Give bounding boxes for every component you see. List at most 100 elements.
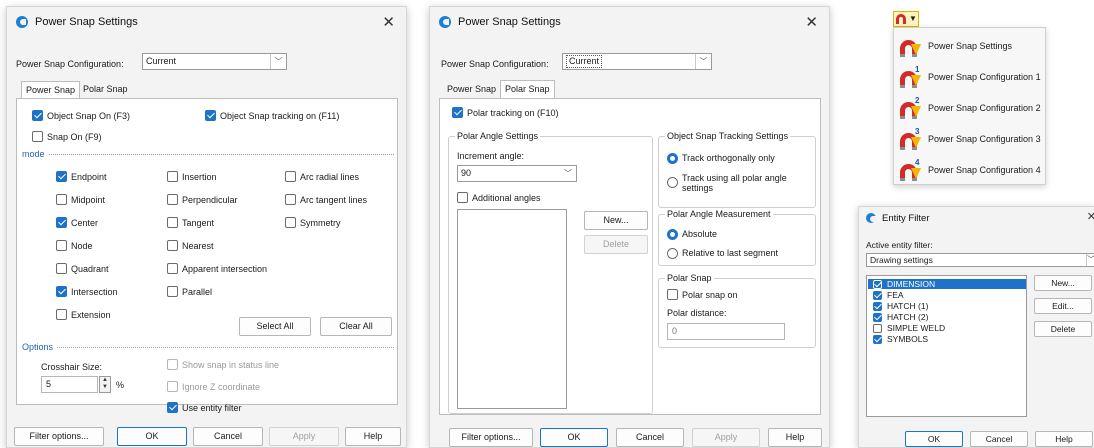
- arc-tangent-lines-label: Arc tangent lines: [300, 194, 368, 205]
- entity-item-fea[interactable]: FEA: [873, 290, 904, 300]
- help-button[interactable]: Help: [768, 428, 822, 447]
- cancel-button[interactable]: Cancel: [616, 428, 684, 447]
- delete-filter-button[interactable]: Delete: [1034, 321, 1092, 337]
- endpoint-checkbox[interactable]: Endpoint: [56, 171, 107, 182]
- track-all-polar-radio[interactable]: Track using all polar angle settings: [667, 173, 807, 193]
- cancel-button[interactable]: Cancel: [193, 427, 263, 446]
- magnet-icon: [900, 35, 924, 57]
- nearest-checkbox[interactable]: Nearest: [167, 240, 214, 251]
- tab-power-snap[interactable]: Power Snap: [21, 81, 81, 99]
- insertion-checkbox[interactable]: Insertion: [167, 171, 217, 182]
- entity-item-symbols[interactable]: SYMBOLS: [873, 334, 928, 344]
- quadrant-checkbox[interactable]: Quadrant: [56, 263, 109, 274]
- increment-angle-dropdown[interactable]: 90 ﹀: [457, 165, 577, 182]
- entity-item-simple-weld[interactable]: SIMPLE WELD: [873, 323, 945, 333]
- center-checkbox[interactable]: Center: [56, 217, 98, 228]
- arc-tangent-lines-checkbox[interactable]: Arc tangent lines: [285, 194, 367, 205]
- config-dropdown[interactable]: Current ﹀: [142, 53, 287, 70]
- active-filter-dropdown[interactable]: Drawing settings ﹀: [866, 253, 1094, 267]
- parallel-checkbox[interactable]: Parallel: [167, 286, 212, 297]
- menu-item-configuration-2[interactable]: 2 Power Snap Configuration 2: [894, 93, 1045, 122]
- cancel-button[interactable]: Cancel: [970, 431, 1028, 447]
- intersection-checkbox[interactable]: Intersection: [56, 286, 118, 297]
- increment-angle-value: 90: [461, 168, 472, 178]
- tab-power-snap[interactable]: Power Snap: [443, 81, 500, 98]
- arc-radial-lines-label: Arc radial lines: [300, 171, 360, 182]
- additional-angles-list[interactable]: [457, 209, 567, 409]
- help-button[interactable]: Help: [345, 427, 401, 446]
- config-dropdown[interactable]: Current ﹀: [562, 53, 712, 70]
- entity-item-dimension[interactable]: DIMENSION: [873, 279, 935, 289]
- tangent-checkbox[interactable]: Tangent: [167, 217, 214, 228]
- entity-item-hatch-2[interactable]: HATCH (2): [873, 312, 928, 322]
- entity-list[interactable]: DIMENSION FEA HATCH (1) HATCH (2) SIMPLE…: [866, 275, 1027, 417]
- perpendicular-checkbox[interactable]: Perpendicular: [167, 194, 238, 205]
- crosshair-size-label: Crosshair Size:: [41, 362, 103, 372]
- menu-item-configuration-1[interactable]: 1 Power Snap Configuration 1: [894, 62, 1045, 91]
- track-orthogonally-radio[interactable]: Track orthogonally only: [667, 153, 775, 164]
- new-filter-button[interactable]: New...: [1034, 275, 1092, 291]
- object-snap-on-checkbox[interactable]: Object Snap On (F3): [32, 110, 130, 121]
- increment-angle-label: Increment angle:: [457, 151, 525, 161]
- options-label: Options: [22, 342, 54, 352]
- additional-angles-checkbox[interactable]: Additional angles: [457, 192, 541, 203]
- node-checkbox[interactable]: Node: [56, 240, 93, 251]
- menu-item-label: Power Snap Configuration 3: [928, 133, 1041, 144]
- apply-button[interactable]: Apply: [692, 428, 760, 447]
- object-snap-on-label: Object Snap On (F3): [47, 110, 131, 121]
- polar-snap-on-checkbox[interactable]: Polar snap on: [667, 289, 738, 300]
- show-snap-status-checkbox[interactable]: Show snap in status line: [167, 359, 279, 370]
- tab-polar-snap[interactable]: Polar Snap: [500, 80, 555, 98]
- close-icon[interactable]: ✕: [1087, 210, 1094, 223]
- help-button[interactable]: Help: [1035, 431, 1093, 447]
- ok-button[interactable]: OK: [540, 428, 608, 447]
- menu-item-configuration-4[interactable]: 4 Power Snap Configuration 4: [894, 155, 1045, 184]
- edit-filter-button[interactable]: Edit...: [1034, 298, 1092, 314]
- filter-options-button[interactable]: Filter options...: [449, 428, 533, 447]
- delete-angle-button[interactable]: Delete: [584, 235, 648, 254]
- spin-down-icon[interactable]: ▼: [100, 384, 110, 391]
- checkbox-icon: [873, 279, 882, 289]
- use-entity-filter-checkbox[interactable]: Use entity filter: [167, 402, 242, 413]
- object-snap-tracking-checkbox[interactable]: Object Snap tracking on (F11): [205, 110, 339, 121]
- additional-angles-label: Additional angles: [472, 192, 541, 203]
- ignore-z-checkbox[interactable]: Ignore Z coordinate: [167, 381, 260, 392]
- ok-button[interactable]: OK: [117, 427, 187, 446]
- ok-button[interactable]: OK: [905, 431, 963, 447]
- intersection-label: Intersection: [71, 286, 118, 297]
- new-angle-button[interactable]: New...: [584, 211, 648, 230]
- close-icon[interactable]: ✕: [382, 13, 395, 31]
- arc-radial-lines-checkbox[interactable]: Arc radial lines: [285, 171, 359, 182]
- menu-item-configuration-3[interactable]: 3 Power Snap Configuration 3: [894, 124, 1045, 153]
- polar-distance-input[interactable]: 0: [667, 323, 785, 340]
- apparent-intersection-checkbox[interactable]: Apparent intersection: [167, 263, 267, 274]
- tab-polar-snap[interactable]: Polar Snap: [79, 81, 132, 98]
- select-all-button[interactable]: Select All: [239, 317, 311, 336]
- crosshair-size-input[interactable]: 5: [41, 376, 98, 393]
- chevron-down-icon: ﹀: [695, 54, 711, 69]
- power-snap-panel: Object Snap On (F3) Object Snap tracking…: [16, 98, 398, 413]
- radio-icon: [667, 177, 678, 188]
- power-snap-toolbar-button[interactable]: ▼: [893, 11, 919, 27]
- checkbox-icon: [873, 290, 882, 300]
- apply-button[interactable]: Apply: [269, 427, 339, 446]
- absolute-radio[interactable]: Absolute: [667, 229, 717, 240]
- polar-tracking-checkbox[interactable]: Polar tracking on (F10): [452, 107, 559, 118]
- snap-on-checkbox[interactable]: Snap On (F9): [32, 131, 102, 142]
- chevron-down-icon: ﹀: [270, 54, 286, 69]
- quadrant-label: Quadrant: [71, 263, 109, 274]
- entity-item-hatch-1[interactable]: HATCH (1): [873, 301, 928, 311]
- close-icon[interactable]: ✕: [805, 13, 818, 31]
- symmetry-label: Symmetry: [300, 217, 341, 228]
- filter-options-button[interactable]: Filter options...: [14, 427, 104, 446]
- relative-last-segment-radio[interactable]: Relative to last segment: [667, 248, 778, 259]
- extension-checkbox[interactable]: Extension: [56, 309, 111, 320]
- menu-item-label: Power Snap Configuration 1: [928, 71, 1041, 82]
- menu-item-power-snap-settings[interactable]: Power Snap Settings: [894, 31, 1045, 60]
- clear-all-button[interactable]: Clear All: [320, 317, 392, 336]
- crosshair-size-spinner[interactable]: ▲ ▼: [99, 376, 111, 393]
- symmetry-checkbox[interactable]: Symmetry: [285, 217, 341, 228]
- mode-label: mode: [22, 149, 45, 159]
- spin-up-icon[interactable]: ▲: [100, 377, 110, 384]
- midpoint-checkbox[interactable]: Midpoint: [56, 194, 105, 205]
